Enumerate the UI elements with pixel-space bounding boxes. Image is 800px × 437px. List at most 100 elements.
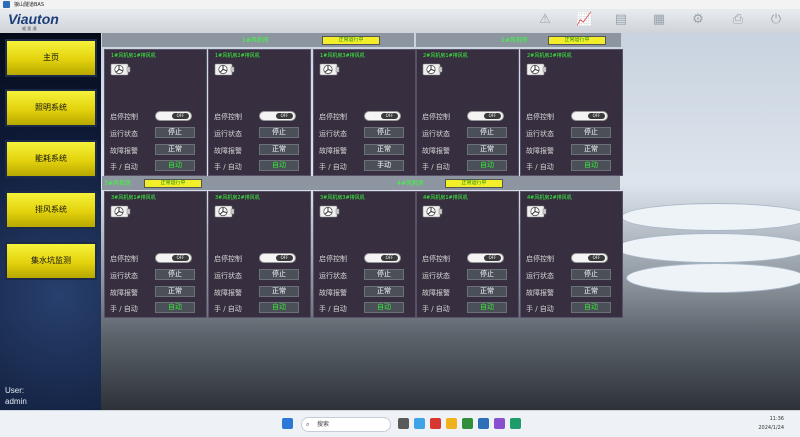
fault-row: 故障报警 正常 xyxy=(214,144,307,156)
run-state-label: 运行状态 xyxy=(422,272,450,280)
nav-energy-button[interactable]: 能耗系统 xyxy=(5,140,97,178)
fault-row: 故障报警 正常 xyxy=(110,286,203,298)
control-row: 启停控制 OFF xyxy=(214,110,307,122)
mode-value: 自动 xyxy=(155,302,195,313)
start-stop-toggle[interactable]: OFF xyxy=(155,253,192,263)
control-row: 启停控制 OFF xyxy=(526,252,619,264)
fault-label: 故障报警 xyxy=(422,289,450,297)
toggle-state: OFF xyxy=(276,113,293,119)
app-icon[interactable] xyxy=(510,418,521,429)
task-view-icon[interactable] xyxy=(398,418,409,429)
windows-start-icon[interactable] xyxy=(282,418,293,429)
window-titlebar: 狼山隧道BAS xyxy=(0,0,800,9)
run-state-value: 停止 xyxy=(364,127,404,138)
user-name: admin xyxy=(5,397,27,406)
building-ring xyxy=(621,203,800,231)
mode-value: 自动 xyxy=(571,160,611,171)
mode-label: 手 / 自动 xyxy=(110,163,138,171)
fault-row: 故障报警 正常 xyxy=(214,286,307,298)
app-icon[interactable] xyxy=(462,418,473,429)
run-state-value: 停止 xyxy=(571,269,611,280)
exhaust-fan-icon xyxy=(319,62,340,77)
start-stop-toggle[interactable]: OFF xyxy=(364,111,401,121)
control-label: 启停控制 xyxy=(319,113,347,121)
report-icon[interactable]: ▤ xyxy=(613,12,629,28)
printer-icon[interactable]: ⎙ xyxy=(730,12,746,28)
fan-card: 3#风机房1#排风机 启停控制 OFF 运行状态 停止 故障报警 正常手 / 自动 自动 xyxy=(104,191,207,318)
run-state-value: 停止 xyxy=(259,127,299,138)
run-state-label: 运行状态 xyxy=(526,272,554,280)
nav-exhaust-button[interactable]: 排风系统 xyxy=(5,191,97,229)
fan-title: 1#风机房3#排风机 xyxy=(320,53,365,59)
run-state-label: 运行状态 xyxy=(319,130,347,138)
toggle-state: OFF xyxy=(381,255,398,261)
fault-label: 故障报警 xyxy=(526,289,554,297)
nav-sump-button[interactable]: 集水坑监测 xyxy=(5,242,97,280)
search-icon: ⌕ xyxy=(306,421,310,428)
fan-room-status: 正常运行中 xyxy=(548,36,606,45)
fault-value: 正常 xyxy=(571,144,611,155)
exhaust-fan-icon xyxy=(526,204,547,219)
wps-icon[interactable] xyxy=(430,418,441,429)
run-state-row: 运行状态 停止 xyxy=(526,269,619,281)
fault-label: 故障报警 xyxy=(110,147,138,155)
warning-icon[interactable]: ⚠ xyxy=(537,12,553,28)
fault-label: 故障报警 xyxy=(214,147,242,155)
folder-icon[interactable] xyxy=(446,418,457,429)
mode-label: 手 / 自动 xyxy=(110,305,138,313)
taskbar-search[interactable]: ⌕ 搜索 xyxy=(301,417,391,432)
fault-label: 故障报警 xyxy=(319,147,347,155)
start-stop-toggle[interactable]: OFF xyxy=(259,111,296,121)
run-state-label: 运行状态 xyxy=(110,272,138,280)
start-stop-toggle[interactable]: OFF xyxy=(467,253,504,263)
run-state-value: 停止 xyxy=(155,269,195,280)
mode-row: 手 / 自动 自动 xyxy=(422,302,515,314)
run-state-label: 运行状态 xyxy=(526,130,554,138)
fan-title: 3#风机房3#排风机 xyxy=(320,195,365,201)
app-icon[interactable] xyxy=(494,418,505,429)
run-state-label: 运行状态 xyxy=(110,130,138,138)
control-row: 启停控制 OFF xyxy=(319,252,412,264)
run-state-label: 运行状态 xyxy=(214,272,242,280)
trend-chart-icon[interactable]: 📈 xyxy=(576,12,592,28)
exhaust-fan-icon xyxy=(422,204,443,219)
start-stop-toggle[interactable]: OFF xyxy=(364,253,401,263)
fault-label: 故障报警 xyxy=(319,289,347,297)
toggle-state: OFF xyxy=(588,113,605,119)
app-header: Viauton 威 奥 通 ⚠ 📈 ▤ ▦ ⚙ ⎙ ⏻ xyxy=(0,9,800,33)
mode-label: 手 / 自动 xyxy=(214,305,242,313)
bas-app-icon[interactable] xyxy=(478,418,489,429)
start-stop-toggle[interactable]: OFF xyxy=(571,253,608,263)
fan-room-status: 正常运行中 xyxy=(322,36,380,45)
app-icon xyxy=(3,1,10,8)
fan-title: 1#风机房2#排风机 xyxy=(215,53,260,59)
start-stop-toggle[interactable]: OFF xyxy=(259,253,296,263)
fan-room-label: 3#风机房 xyxy=(104,180,131,187)
fan-title: 3#风机房2#排风机 xyxy=(215,195,260,201)
mode-value: 自动 xyxy=(467,160,507,171)
fan-room-label: 4#风机房 xyxy=(397,180,424,187)
fault-row: 故障报警 正常 xyxy=(526,286,619,298)
run-state-label: 运行状态 xyxy=(214,130,242,138)
nav-home-button[interactable]: 主页 xyxy=(5,39,97,77)
settings-icon[interactable]: ⚙ xyxy=(690,12,706,28)
start-stop-toggle[interactable]: OFF xyxy=(155,111,192,121)
toggle-state: OFF xyxy=(276,255,293,261)
exhaust-fan-icon xyxy=(526,62,547,77)
run-state-row: 运行状态 停止 xyxy=(526,127,619,139)
browser-icon[interactable] xyxy=(414,418,425,429)
power-icon[interactable]: ⏻ xyxy=(768,12,784,28)
run-state-row: 运行状态 停止 xyxy=(214,127,307,139)
control-label: 启停控制 xyxy=(214,255,242,263)
fan-room-header: 3#风机房 正常运行中 xyxy=(102,176,207,190)
document-icon[interactable]: ▦ xyxy=(651,12,667,28)
nav-lighting-button[interactable]: 照明系统 xyxy=(5,89,97,127)
start-stop-toggle[interactable]: OFF xyxy=(571,111,608,121)
mode-row: 手 / 自动 自动 xyxy=(214,160,307,172)
exhaust-fan-icon xyxy=(422,62,443,77)
fan-title: 4#风机房2#排风机 xyxy=(527,195,572,201)
start-stop-toggle[interactable]: OFF xyxy=(467,111,504,121)
fault-row: 故障报警 正常 xyxy=(110,144,203,156)
fault-value: 正常 xyxy=(155,286,195,297)
fault-value: 正常 xyxy=(364,144,404,155)
